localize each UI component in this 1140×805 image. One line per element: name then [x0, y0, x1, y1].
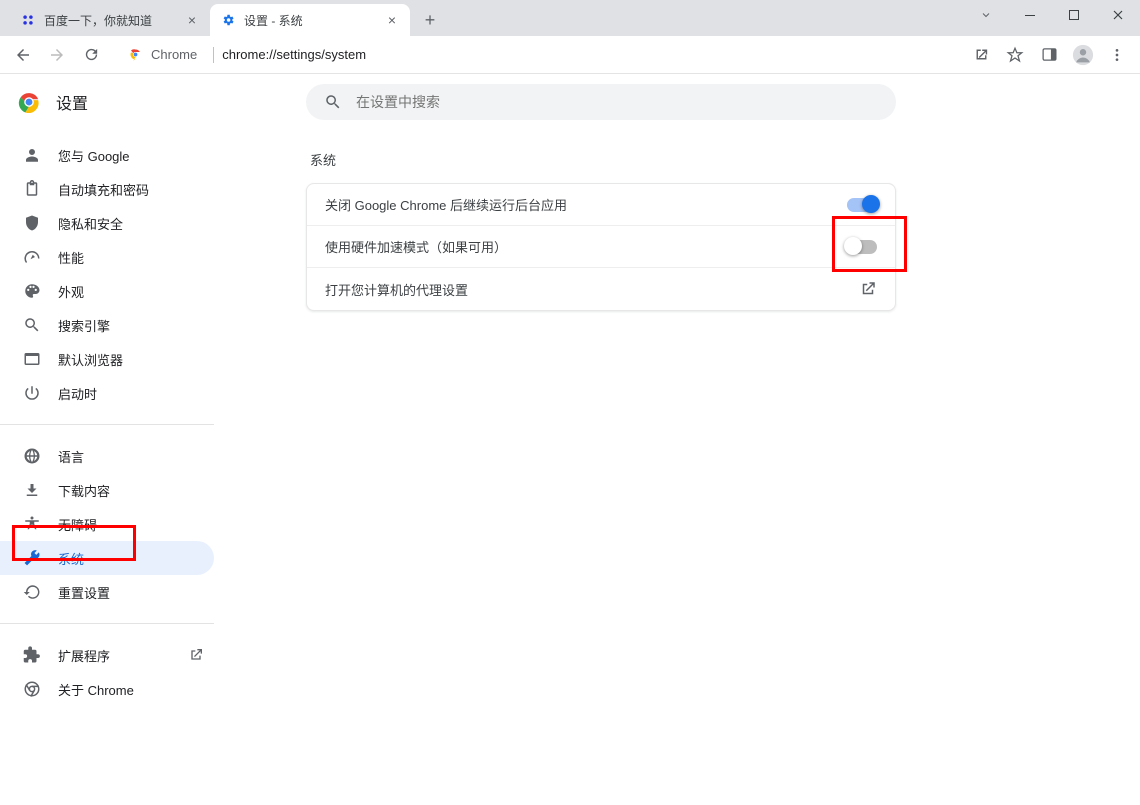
window-controls [964, 0, 1140, 30]
separator [213, 47, 214, 63]
accessibility-icon [22, 515, 42, 533]
sidebar-item-accessibility[interactable]: 无障碍 [0, 507, 214, 541]
sidebar-item-appearance[interactable]: 外观 [0, 274, 214, 308]
row-bg-apps[interactable]: 关闭 Google Chrome 后继续运行后台应用 [307, 184, 895, 226]
person-icon [22, 146, 42, 164]
sidebar-item-label: 启动时 [58, 384, 97, 403]
palette-icon [22, 282, 42, 300]
chrome-outline-icon [22, 680, 42, 698]
close-icon[interactable]: × [384, 12, 400, 28]
settings-header: 设置 [0, 90, 306, 114]
sidebar-item-label: 您与 Google [58, 146, 130, 165]
sidebar-item-languages[interactable]: 语言 [0, 439, 214, 473]
toggle-bg-apps[interactable] [847, 198, 877, 212]
sidebar-item-on-startup[interactable]: 启动时 [0, 376, 214, 410]
sidebar-item-label: 默认浏览器 [58, 350, 123, 369]
settings-content: 您与 Google 自动填充和密码 隐私和安全 性能 外观 搜索引擎 [0, 130, 1140, 805]
restore-icon [22, 583, 42, 601]
search-icon [22, 316, 42, 334]
speedometer-icon [22, 248, 42, 266]
row-hw-accel[interactable]: 使用硬件加速模式（如果可用） [307, 226, 895, 268]
settings-sidebar: 您与 Google 自动填充和密码 隐私和安全 性能 外观 搜索引擎 [0, 130, 252, 805]
divider [0, 424, 214, 425]
row-label: 使用硬件加速模式（如果可用） [325, 237, 847, 256]
side-panel-icon[interactable] [1034, 40, 1064, 70]
sidebar-item-label: 重置设置 [58, 583, 110, 602]
reload-button[interactable] [76, 40, 106, 70]
section-title: 系统 [306, 150, 336, 169]
extension-icon [22, 646, 42, 664]
tab-strip: 百度一下，你就知道 × 设置 - 系统 × + [0, 0, 1140, 36]
omnibox[interactable]: Chrome chrome://settings/system [116, 40, 956, 70]
settings-search[interactable] [306, 84, 896, 120]
sidebar-item-label: 扩展程序 [58, 646, 110, 665]
sidebar-item-label: 关于 Chrome [58, 680, 134, 699]
chevron-down-icon[interactable] [964, 0, 1008, 30]
tab-title: 设置 - 系统 [244, 12, 384, 29]
search-icon [324, 93, 342, 111]
divider [0, 623, 214, 624]
bookmark-star-icon[interactable] [1000, 40, 1030, 70]
browser-toolbar: Chrome chrome://settings/system [0, 36, 1140, 74]
settings-main: 系统 关闭 Google Chrome 后继续运行后台应用 使用硬件加速模式（如… [252, 130, 1140, 805]
browser-icon [22, 350, 42, 368]
new-tab-button[interactable]: + [416, 6, 444, 34]
sidebar-item-extensions[interactable]: 扩展程序 [0, 638, 214, 672]
toggle-hw-accel[interactable] [847, 240, 877, 254]
sidebar-item-label: 语言 [58, 447, 84, 466]
window-minimize-button[interactable] [1008, 0, 1052, 30]
open-external-icon [859, 280, 877, 298]
profile-avatar-icon[interactable] [1068, 40, 1098, 70]
row-label: 关闭 Google Chrome 后继续运行后台应用 [325, 195, 847, 214]
sidebar-item-downloads[interactable]: 下载内容 [0, 473, 214, 507]
forward-button[interactable] [42, 40, 72, 70]
sidebar-item-you-google[interactable]: 您与 Google [0, 138, 214, 172]
globe-icon [22, 447, 42, 465]
system-card: 关闭 Google Chrome 后继续运行后台应用 使用硬件加速模式（如果可用… [306, 183, 896, 311]
sidebar-item-label: 搜索引擎 [58, 316, 110, 335]
sidebar-item-search-engine[interactable]: 搜索引擎 [0, 308, 214, 342]
chrome-icon [127, 47, 143, 63]
sidebar-item-label: 系统 [58, 549, 84, 568]
close-icon[interactable]: × [184, 12, 200, 28]
sidebar-item-privacy[interactable]: 隐私和安全 [0, 206, 214, 240]
page-title: 设置 [56, 90, 88, 114]
sidebar-item-label: 外观 [58, 282, 84, 301]
open-external-icon [188, 647, 204, 663]
sidebar-item-autofill[interactable]: 自动填充和密码 [0, 172, 214, 206]
baidu-favicon [20, 12, 36, 28]
sidebar-item-default-browser[interactable]: 默认浏览器 [0, 342, 214, 376]
sidebar-item-label: 隐私和安全 [58, 214, 123, 233]
sidebar-item-label: 性能 [58, 248, 84, 267]
search-input[interactable] [356, 94, 878, 110]
tab-settings[interactable]: 设置 - 系统 × [210, 4, 410, 36]
wrench-icon [22, 549, 42, 567]
sidebar-item-reset[interactable]: 重置设置 [0, 575, 214, 609]
window-close-button[interactable] [1096, 0, 1140, 30]
sidebar-item-performance[interactable]: 性能 [0, 240, 214, 274]
settings-gear-favicon [220, 12, 236, 28]
sidebar-item-system[interactable]: 系统 [0, 541, 214, 575]
download-icon [22, 481, 42, 499]
tab-baidu[interactable]: 百度一下，你就知道 × [10, 4, 210, 36]
sidebar-item-about[interactable]: 关于 Chrome [0, 672, 214, 706]
secure-label: Chrome [151, 47, 197, 62]
clipboard-icon [22, 180, 42, 198]
share-icon[interactable] [966, 40, 996, 70]
sidebar-item-label: 自动填充和密码 [58, 180, 149, 199]
row-label: 打开您计算机的代理设置 [325, 280, 859, 299]
sidebar-item-label: 下载内容 [58, 481, 110, 500]
tab-title: 百度一下，你就知道 [44, 12, 184, 29]
window-maximize-button[interactable] [1052, 0, 1096, 30]
url-text: chrome://settings/system [222, 47, 366, 62]
shield-icon [22, 214, 42, 232]
row-proxy[interactable]: 打开您计算机的代理设置 [307, 268, 895, 310]
sidebar-item-label: 无障碍 [58, 515, 97, 534]
power-icon [22, 384, 42, 402]
chrome-logo-icon [18, 91, 40, 113]
settings-top-row: 设置 [0, 74, 1140, 130]
back-button[interactable] [8, 40, 38, 70]
kebab-menu-icon[interactable] [1102, 40, 1132, 70]
